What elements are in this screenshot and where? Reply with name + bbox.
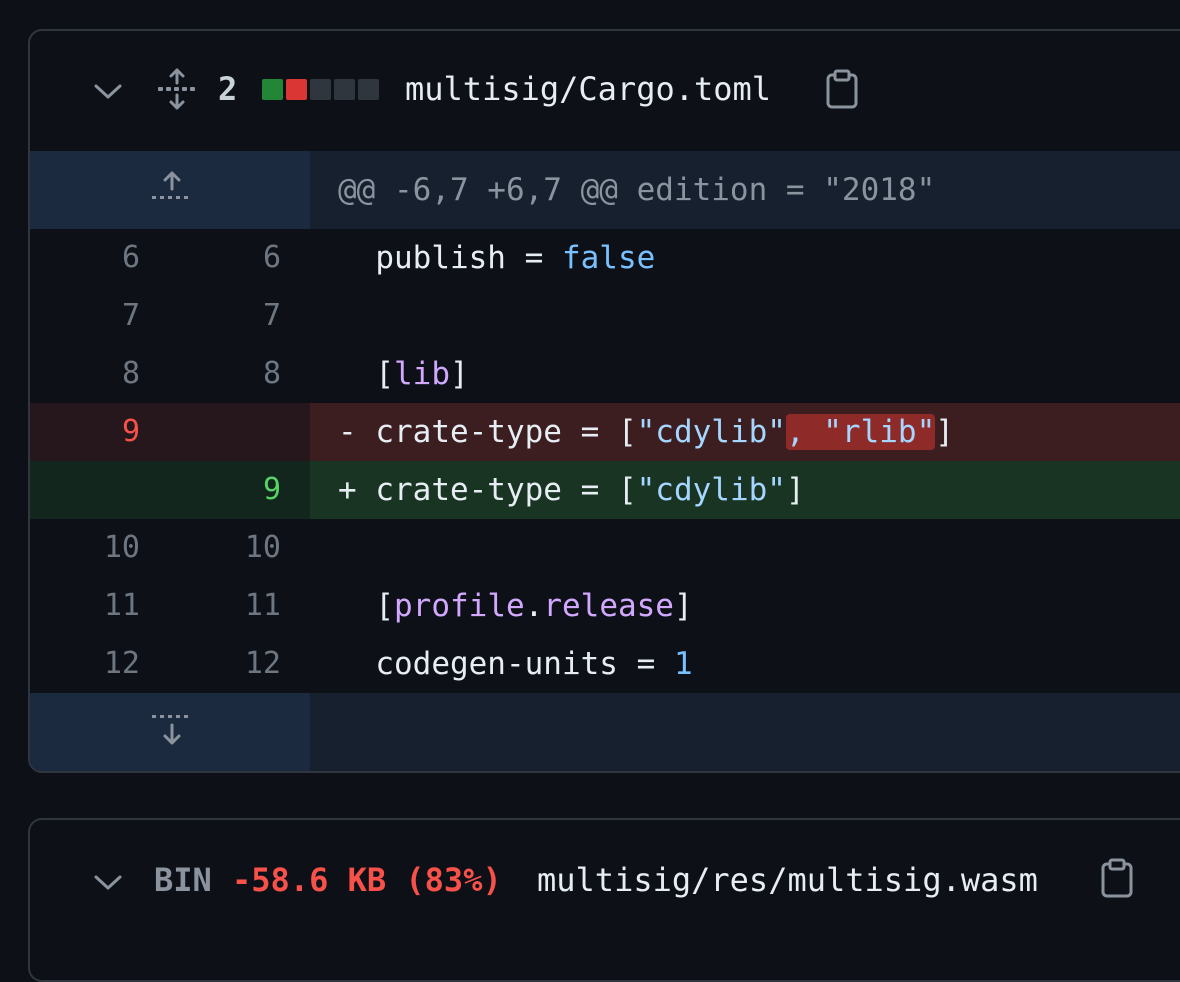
diffstat-square <box>334 79 355 100</box>
diff-line: 6 6 publish = false <box>30 229 1180 287</box>
old-line-number[interactable]: 9 <box>80 412 140 452</box>
code-token: profile <box>394 588 525 624</box>
chevron-down-icon[interactable] <box>92 81 124 103</box>
code-line: [profile.release] <box>338 586 693 626</box>
code-token: ] <box>785 472 805 508</box>
file-header: 2 multisig/Cargo.toml <box>30 31 1180 149</box>
chevron-down-icon[interactable] <box>92 872 124 894</box>
code-line <box>338 296 375 336</box>
diffstat-square <box>310 79 331 100</box>
binary-badge: BIN <box>154 861 212 899</box>
code-token: release <box>543 588 674 624</box>
new-line-number[interactable]: 10 <box>221 528 281 568</box>
code-line: codegen-units = 1 <box>338 644 693 684</box>
code-token: "cdylib" <box>636 472 786 508</box>
new-line-number[interactable]: 6 <box>221 238 281 278</box>
file-header: BIN -58.6 KB (83%) multisig/res/multisig… <box>30 820 1180 938</box>
diff-sign <box>338 530 375 566</box>
diff-line: 77 <box>30 287 1180 345</box>
fold-up-icon <box>152 171 188 199</box>
new-line-number[interactable]: 9 <box>221 470 281 510</box>
fold-down-icon <box>152 715 188 745</box>
old-line-number[interactable]: 10 <box>80 528 140 568</box>
code-line: + crate-type = ["cdylib"] <box>338 470 805 510</box>
code-token: "cdylib" <box>636 414 786 450</box>
diff-line: 10 10 <box>30 519 1180 577</box>
diff-line: 12 12 codegen-units = 1 <box>30 635 1180 693</box>
changes-count: 2 <box>218 70 238 108</box>
diffstat-square <box>358 79 379 100</box>
old-line-number[interactable]: 12 <box>80 644 140 684</box>
diff-sign <box>338 646 375 682</box>
unfold-icon[interactable] <box>156 67 198 111</box>
code-line: publish = false <box>338 238 655 278</box>
file-name[interactable]: multisig/res/multisig.wasm <box>537 860 1038 900</box>
code-token: publish = <box>375 240 562 276</box>
new-line-number[interactable]: 7 <box>221 296 281 336</box>
diff-sign: + <box>338 472 376 508</box>
code-token: codegen-units = <box>375 646 674 682</box>
copy-icon[interactable] <box>1100 858 1134 898</box>
size-change: -58.6 KB (83%) <box>232 861 502 899</box>
diff-file-cargo-toml: 2 multisig/Cargo.toml @@ -6,7 +6,7 @@ ed… <box>28 29 1180 773</box>
copy-icon[interactable] <box>825 69 859 109</box>
diff-line: 9 - crate-type = ["cdylib", "rlib"] <box>30 403 1180 461</box>
diff-line: 9 + crate-type = ["cdylib"] <box>30 461 1180 519</box>
diff-sign: - <box>338 414 376 450</box>
diff-file-multisig-wasm: BIN -58.6 KB (83%) multisig/res/multisig… <box>28 818 1180 982</box>
code-token: lib <box>394 356 450 392</box>
diffstat-square <box>286 79 307 100</box>
expand-up-button[interactable] <box>30 151 310 229</box>
code-token: ] <box>935 414 954 450</box>
hunk-header: @@ -6,7 +6,7 @@ edition = "2018" <box>30 151 1180 229</box>
code-token: 1 <box>673 646 693 682</box>
diffstat-square <box>262 79 283 100</box>
new-line-number[interactable]: 12 <box>221 644 281 684</box>
code-token: [ <box>375 588 394 624</box>
hunk-footer <box>30 693 1180 771</box>
code-token: crate-type = [ <box>375 414 637 450</box>
old-line-number[interactable]: 7 <box>80 296 140 336</box>
expand-down-button[interactable] <box>30 693 310 771</box>
code-token: crate-type = [ <box>375 472 637 508</box>
old-line-number[interactable]: 8 <box>80 354 140 394</box>
code-token: [ <box>375 356 394 392</box>
code-line: - crate-type = ["cdylib", "rlib"] <box>338 412 954 452</box>
diff-sign <box>338 240 375 276</box>
code-line: [lib] <box>338 354 469 394</box>
code-token: , "rlib" <box>785 414 936 450</box>
new-line-number[interactable]: 8 <box>221 354 281 394</box>
code-token: ] <box>450 356 469 392</box>
hunk-header-text: @@ -6,7 +6,7 @@ edition = "2018" <box>338 172 936 208</box>
new-line-number[interactable]: 11 <box>221 586 281 626</box>
code-token: false <box>561 240 656 276</box>
file-name[interactable]: multisig/Cargo.toml <box>405 69 771 109</box>
old-line-number[interactable]: 6 <box>80 238 140 278</box>
diffstat-bar <box>262 79 379 100</box>
old-line-number[interactable]: 11 <box>80 586 140 626</box>
diff-line: 11 11 [profile.release] <box>30 577 1180 635</box>
diff-sign <box>338 298 375 334</box>
diff-line: 8 8 [lib] <box>30 345 1180 403</box>
code-line <box>338 528 375 568</box>
diff-sign <box>338 356 375 392</box>
diff-sign <box>338 588 375 624</box>
code-token: ] <box>673 588 693 624</box>
code-token: . <box>524 588 544 624</box>
